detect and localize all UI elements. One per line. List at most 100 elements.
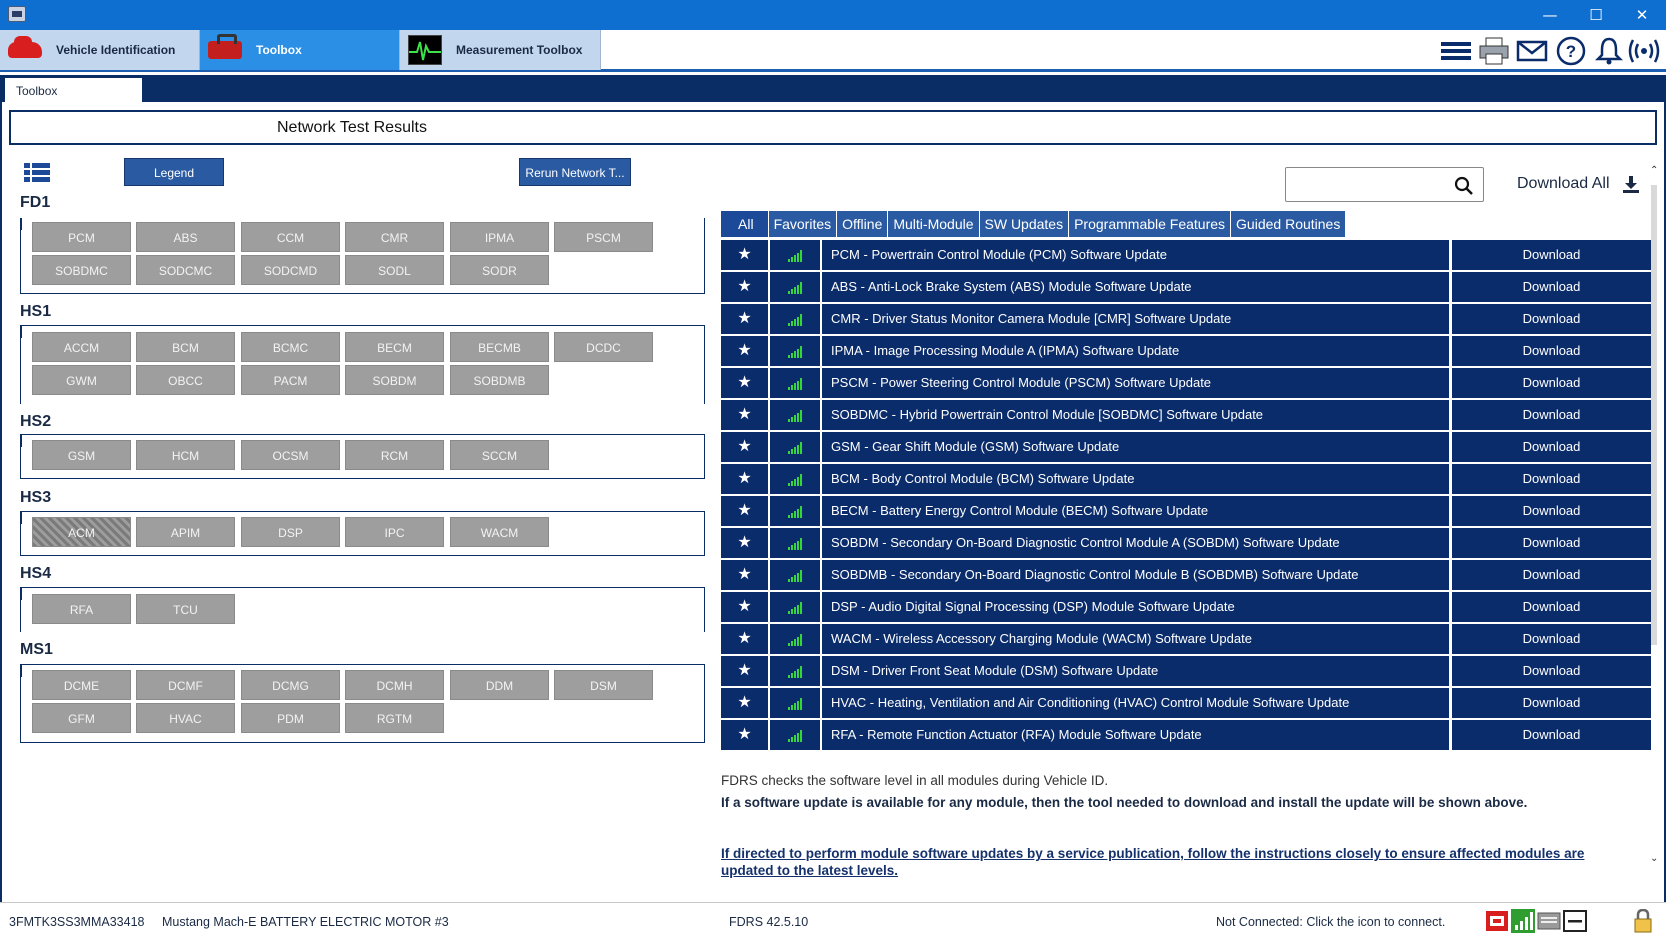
module-dcmh[interactable]: DCMH (345, 670, 444, 700)
favorite-star-icon[interactable]: ★ (721, 464, 768, 494)
module-ocsm[interactable]: OCSM (241, 440, 340, 470)
module-acm[interactable]: ACM (32, 517, 131, 547)
close-button[interactable]: ✕ (1619, 0, 1665, 30)
signal-icon[interactable] (1511, 909, 1535, 933)
module-cmr[interactable]: CMR (345, 222, 444, 252)
dash-icon[interactable] (1563, 909, 1587, 933)
tab-measurement-toolbox[interactable]: Measurement Toolbox (400, 30, 601, 70)
bell-icon[interactable] (1593, 36, 1625, 66)
module-sccm[interactable]: SCCM (450, 440, 549, 470)
module-becm[interactable]: BECM (345, 332, 444, 362)
download-button[interactable]: Download (1452, 624, 1651, 654)
module-dsm[interactable]: DSM (554, 670, 653, 700)
module-abs[interactable]: ABS (136, 222, 235, 252)
table-row[interactable]: ★ BCM - Body Control Module (BCM) Softwar… (721, 464, 1651, 496)
module-sodcmd[interactable]: SODCMD (241, 255, 340, 285)
download-button[interactable]: Download (1452, 432, 1651, 462)
download-all-button[interactable]: Download All (1517, 175, 1610, 193)
module-pcm[interactable]: PCM (32, 222, 131, 252)
module-dcmf[interactable]: DCMF (136, 670, 235, 700)
favorite-star-icon[interactable]: ★ (721, 432, 768, 462)
favorite-star-icon[interactable]: ★ (721, 336, 768, 366)
module-pdm[interactable]: PDM (241, 703, 340, 733)
module-bcmc[interactable]: BCMC (241, 332, 340, 362)
table-row[interactable]: ★ SOBDMC - Hybrid Powertrain Control Modu… (721, 400, 1651, 432)
table-row[interactable]: ★ SOBDMB - Secondary On-Board Diagnostic … (721, 560, 1651, 592)
favorite-star-icon[interactable]: ★ (721, 624, 768, 654)
table-row[interactable]: ★ PCM - Powertrain Control Module (PCM) S… (721, 240, 1651, 272)
lock-icon[interactable] (1631, 909, 1655, 933)
rerun-network-test-button[interactable]: Rerun Network T... (519, 158, 631, 186)
filter-tab-all[interactable]: All (721, 211, 769, 237)
download-button[interactable]: Download (1452, 272, 1651, 302)
favorite-star-icon[interactable]: ★ (721, 304, 768, 334)
table-row[interactable]: ★ ABS - Anti-Lock Brake System (ABS) Modu… (721, 272, 1651, 304)
module-gsm[interactable]: GSM (32, 440, 131, 470)
favorite-star-icon[interactable]: ★ (721, 720, 768, 750)
download-button[interactable]: Download (1452, 336, 1651, 366)
download-button[interactable]: Download (1452, 560, 1651, 590)
module-rgtm[interactable]: RGTM (345, 703, 444, 733)
module-dcdc[interactable]: DCDC (554, 332, 653, 362)
module-becmb[interactable]: BECMB (450, 332, 549, 362)
table-row[interactable]: ★ DSM - Driver Front Seat Module (DSM) So… (721, 656, 1651, 688)
table-row[interactable]: ★ DSP - Audio Digital Signal Processing (… (721, 592, 1651, 624)
favorite-star-icon[interactable]: ★ (721, 496, 768, 526)
download-button[interactable]: Download (1452, 368, 1651, 398)
table-row[interactable]: ★ HVAC - Heating, Ventilation and Air Con… (721, 688, 1651, 720)
favorite-star-icon[interactable]: ★ (721, 656, 768, 686)
favorite-star-icon[interactable]: ★ (721, 368, 768, 398)
module-pacm[interactable]: PACM (241, 365, 340, 395)
module-gwm[interactable]: GWM (32, 365, 131, 395)
download-icon[interactable] (1622, 175, 1640, 193)
module-rfa[interactable]: RFA (32, 594, 131, 624)
module-sobdmb[interactable]: SOBDMB (450, 365, 549, 395)
filter-tab-sw-updates[interactable]: SW Updates (979, 211, 1070, 237)
menu-icon[interactable] (1440, 36, 1472, 66)
module-tcu[interactable]: TCU (136, 594, 235, 624)
tab-vehicle-identification[interactable]: Vehicle Identification (0, 30, 200, 70)
wireless-icon[interactable] (1628, 36, 1660, 66)
tab-toolbox[interactable]: Toolbox (200, 30, 400, 70)
favorite-star-icon[interactable]: ★ (721, 592, 768, 622)
module-accm[interactable]: ACCM (32, 332, 131, 362)
module-ipc[interactable]: IPC (345, 517, 444, 547)
module-sodr[interactable]: SODR (450, 255, 549, 285)
download-button[interactable]: Download (1452, 240, 1651, 270)
filter-tab-favorites[interactable]: Favorites (768, 211, 838, 237)
module-apim[interactable]: APIM (136, 517, 235, 547)
module-obcc[interactable]: OBCC (136, 365, 235, 395)
filter-tab-guided-routines[interactable]: Guided Routines (1231, 211, 1347, 237)
module-gfm[interactable]: GFM (32, 703, 131, 733)
help-icon[interactable]: ? (1555, 36, 1587, 66)
instructions-link[interactable]: If directed to perform module software u… (721, 845, 1624, 879)
download-button[interactable]: Download (1452, 464, 1651, 494)
module-dsp[interactable]: DSP (241, 517, 340, 547)
download-button[interactable]: Download (1452, 400, 1651, 430)
scroll-up-arrow[interactable]: ⌃ (1650, 165, 1658, 176)
maximize-button[interactable]: ☐ (1573, 0, 1619, 30)
favorite-star-icon[interactable]: ★ (721, 240, 768, 270)
download-button[interactable]: Download (1452, 656, 1651, 686)
table-row[interactable]: ★ GSM - Gear Shift Module (GSM) Software … (721, 432, 1651, 464)
download-button[interactable]: Download (1452, 592, 1651, 622)
table-row[interactable]: ★ CMR - Driver Status Monitor Camera Modu… (721, 304, 1651, 336)
download-button[interactable]: Download (1452, 720, 1651, 750)
download-button[interactable]: Download (1452, 528, 1651, 558)
legend-button[interactable]: Legend (124, 158, 224, 186)
table-row[interactable]: ★ SOBDM - Secondary On-Board Diagnostic C… (721, 528, 1651, 560)
table-row[interactable]: ★ PSCM - Power Steering Control Module (P… (721, 368, 1651, 400)
table-row[interactable]: ★ BECM - Battery Energy Control Module (B… (721, 496, 1651, 528)
module-ddm[interactable]: DDM (450, 670, 549, 700)
table-row[interactable]: ★ IPMA - Image Processing Module A (IPMA)… (721, 336, 1651, 368)
search-icon[interactable] (1454, 176, 1474, 196)
favorite-star-icon[interactable]: ★ (721, 272, 768, 302)
list-view-icon[interactable] (24, 163, 50, 183)
module-wacm[interactable]: WACM (450, 517, 549, 547)
keyboard-icon[interactable] (1537, 909, 1561, 933)
module-hvac[interactable]: HVAC (136, 703, 235, 733)
favorite-star-icon[interactable]: ★ (721, 528, 768, 558)
filter-tab-multi-module[interactable]: Multi-Module (888, 211, 980, 237)
module-sodcmc[interactable]: SODCMC (136, 255, 235, 285)
download-button[interactable]: Download (1452, 688, 1651, 718)
